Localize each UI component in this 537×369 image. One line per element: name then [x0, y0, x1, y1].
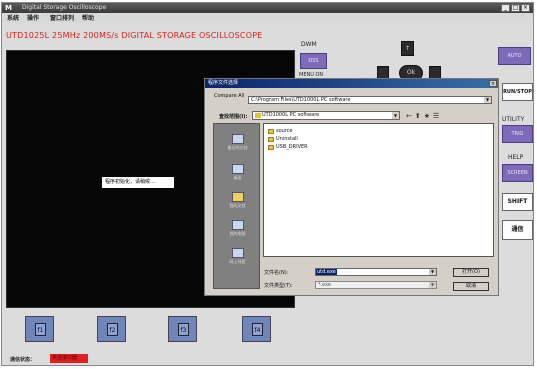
window-title: Digital Storage Oscilloscope [22, 4, 107, 11]
dialog-title: 程序文件选择 [208, 80, 239, 86]
up-folder-icon[interactable]: ⬆ [415, 112, 421, 120]
places-bar: 最近的文档 桌面 我的文档 我的电脑 网上邻居 [213, 123, 260, 289]
init-message: 程序初始化，请稍候… [102, 177, 174, 188]
close-button[interactable]: × [521, 4, 530, 12]
f2-button[interactable]: f2 [97, 316, 126, 342]
network-icon [231, 248, 244, 258]
filetype-label: 文件类型(T): [264, 283, 293, 289]
folder-icon [268, 137, 274, 142]
place-documents-label: 我的文档 [229, 203, 246, 208]
f4-label: f4 [252, 323, 263, 336]
place-computer-label: 我的电脑 [229, 231, 246, 236]
maximize-button[interactable]: □ [511, 4, 520, 12]
dialog-title-bar[interactable]: 程序文件选择 × [205, 79, 498, 88]
my-computer-icon [231, 220, 244, 230]
f1-label: f1 [35, 323, 46, 336]
run-stop-button[interactable]: RUN/STOP [502, 83, 533, 101]
folder-icon [268, 145, 274, 150]
folder-icon [268, 129, 274, 134]
path-label: Compare All [214, 93, 245, 99]
file-name: source [276, 128, 293, 134]
look-in-combo[interactable]: UTD1000L PC software ▼ [252, 111, 400, 120]
app-logo-icon: M [5, 4, 12, 12]
menu-window[interactable]: 窗口排列 [50, 14, 74, 23]
trigger-level-knob[interactable]: ↑ [401, 41, 414, 56]
place-documents[interactable]: 我的文档 [214, 192, 261, 209]
menu-help[interactable]: 帮助 [82, 14, 94, 23]
filename-label: 文件名(N): [264, 270, 289, 276]
cancel-button[interactable]: 取消 [453, 282, 489, 291]
menu-operation[interactable]: 操作 [27, 14, 39, 23]
shift-button[interactable]: SHIFT [502, 193, 533, 211]
place-network[interactable]: 网上邻居 [214, 248, 261, 265]
dialog-close-button[interactable]: × [489, 80, 497, 87]
filetype-select[interactable]: *.exe ▼ [315, 281, 437, 289]
filename-input[interactable]: utd.exe ▼ [315, 268, 437, 276]
place-desktop-label: 桌面 [233, 175, 242, 180]
view-menu-icon[interactable]: ☰ [433, 112, 439, 120]
filetype-dropdown-icon[interactable]: ▼ [429, 282, 436, 288]
menu-system[interactable]: 系统 [7, 14, 19, 23]
look-in-value: UTD1000L PC software [262, 112, 320, 118]
path-value: C:\Program Files\UTD1000L PC software [251, 97, 351, 103]
list-item[interactable]: USB_DRIVER [268, 144, 308, 151]
f1-button[interactable]: f1 [25, 316, 54, 342]
place-network-label: 网上邻居 [229, 259, 246, 264]
dialog-toolbar: ← ⬆ ★ ☰ [406, 112, 439, 120]
utility-label: UTILITY [502, 116, 525, 123]
dss-button[interactable]: DSS [300, 53, 327, 69]
model-banner: UTD1025L 25MHz 200MS/s DIGITAL STORAGE O… [6, 31, 263, 40]
new-folder-icon[interactable]: ★ [424, 112, 430, 120]
path-field[interactable]: C:\Program Files\UTD1000L PC software ▼ [248, 96, 492, 104]
f3-label: f3 [178, 323, 189, 336]
place-desktop[interactable]: 桌面 [214, 164, 261, 181]
look-in-dropdown-icon[interactable]: ▼ [392, 112, 399, 119]
f4-button[interactable]: f4 [242, 316, 271, 342]
connect-button[interactable]: 通信 [502, 220, 533, 240]
menu-bar: 系统 操作 窗口排列 帮助 [2, 14, 533, 23]
file-open-dialog: 程序文件选择 × Compare All C:\Program Files\UT… [204, 78, 499, 296]
help-label: HELP [508, 154, 524, 161]
place-computer[interactable]: 我的电脑 [214, 220, 261, 237]
comm-status-label: 通信状态： [10, 357, 36, 363]
recent-docs-icon [231, 134, 244, 144]
desktop-icon [231, 164, 244, 174]
auto-button[interactable]: AUTO [498, 47, 531, 65]
comm-status-badge: 未连接仪器 [50, 354, 88, 363]
minimize-button[interactable]: _ [501, 4, 510, 12]
screen-button[interactable]: SCREEN [502, 164, 533, 182]
title-bar[interactable]: M Digital Storage Oscilloscope _ □ × [2, 3, 533, 13]
folder-icon [255, 113, 261, 118]
window-controls: _ □ × [501, 4, 530, 12]
list-item[interactable]: source [268, 128, 293, 135]
f3-button[interactable]: f3 [168, 316, 197, 342]
place-recent-label: 最近的文档 [227, 145, 248, 150]
open-button[interactable]: 打开(O) [453, 268, 489, 277]
look-in-label: 查找范围(I): [219, 114, 248, 120]
place-recent[interactable]: 最近的文档 [214, 134, 261, 151]
filetype-value: *.exe [318, 282, 331, 288]
file-name: Uninstall [276, 136, 298, 142]
dwm-label: DWM [301, 41, 317, 48]
list-item[interactable]: Uninstall [268, 136, 298, 143]
back-icon[interactable]: ← [406, 112, 412, 120]
path-dropdown-icon[interactable]: ▼ [484, 97, 491, 103]
trig-button[interactable]: TRIG [502, 125, 533, 143]
filename-dropdown-icon[interactable]: ▼ [429, 269, 436, 275]
filename-value: utd.exe [316, 269, 337, 275]
file-name: USB_DRIVER [276, 144, 308, 150]
file-list[interactable]: source Uninstall USB_DRIVER [263, 123, 494, 257]
my-documents-icon [231, 192, 244, 202]
f2-label: f2 [107, 323, 118, 336]
